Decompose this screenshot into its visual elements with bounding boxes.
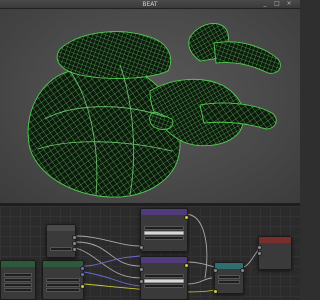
output-socket[interactable] [72,235,77,240]
heart-wireframe [27,23,281,198]
output-socket[interactable] [80,284,85,289]
minimize-button[interactable]: _ [262,1,268,7]
output-socket[interactable] [240,268,245,273]
node-field[interactable] [50,247,72,251]
node-row [141,289,187,294]
group-output-node[interactable] [257,236,292,270]
node-row [215,269,243,274]
output-socket[interactable] [80,266,85,271]
output-socket[interactable] [72,247,77,252]
node-field[interactable] [144,279,184,283]
window-title: BEAT [142,1,158,8]
node-row [141,220,187,225]
node-row [43,272,83,277]
output-socket[interactable] [184,215,189,220]
node-field[interactable] [4,288,32,292]
node-row [1,267,35,272]
node-field[interactable] [4,278,32,282]
node-field[interactable] [46,288,80,292]
node-field[interactable] [144,274,184,278]
node-field[interactable] [46,278,80,282]
3d-viewport[interactable] [0,9,300,203]
node-row [47,241,75,246]
input-socket[interactable] [139,267,144,272]
node-field[interactable] [218,280,240,284]
output-socket[interactable] [80,272,85,277]
input-socket[interactable] [139,279,144,284]
node-row [259,258,291,263]
node-field[interactable] [144,226,184,230]
node-field[interactable] [4,283,32,287]
input-socket[interactable] [213,289,218,294]
image-texture-node[interactable] [139,208,189,252]
node-editor[interactable] [0,206,300,300]
node-row [141,268,187,273]
node-row [141,241,187,246]
output-socket[interactable] [184,263,189,268]
group-input-node[interactable] [0,260,36,300]
heart-atrium [56,31,172,79]
mix-node[interactable] [46,224,77,258]
title-bar: BEAT _ □ × [0,0,300,9]
node-field[interactable] [144,236,184,240]
image-texture-node[interactable] [139,256,189,300]
node-field[interactable] [218,275,240,279]
node-field[interactable] [46,283,80,287]
node-field[interactable] [4,273,32,277]
heart-vessels [149,23,281,147]
math-node[interactable] [213,262,245,294]
output-socket[interactable] [72,241,77,246]
close-button[interactable]: × [286,1,292,7]
input-socket[interactable] [139,245,144,250]
texture-coordinate-node[interactable] [42,260,85,300]
maximize-button[interactable]: □ [274,1,280,7]
node-field[interactable] [144,284,184,288]
heart-body [27,64,181,198]
node-field[interactable] [144,231,184,235]
input-socket[interactable] [257,251,262,256]
input-socket[interactable] [213,268,218,273]
input-socket[interactable] [257,245,262,250]
